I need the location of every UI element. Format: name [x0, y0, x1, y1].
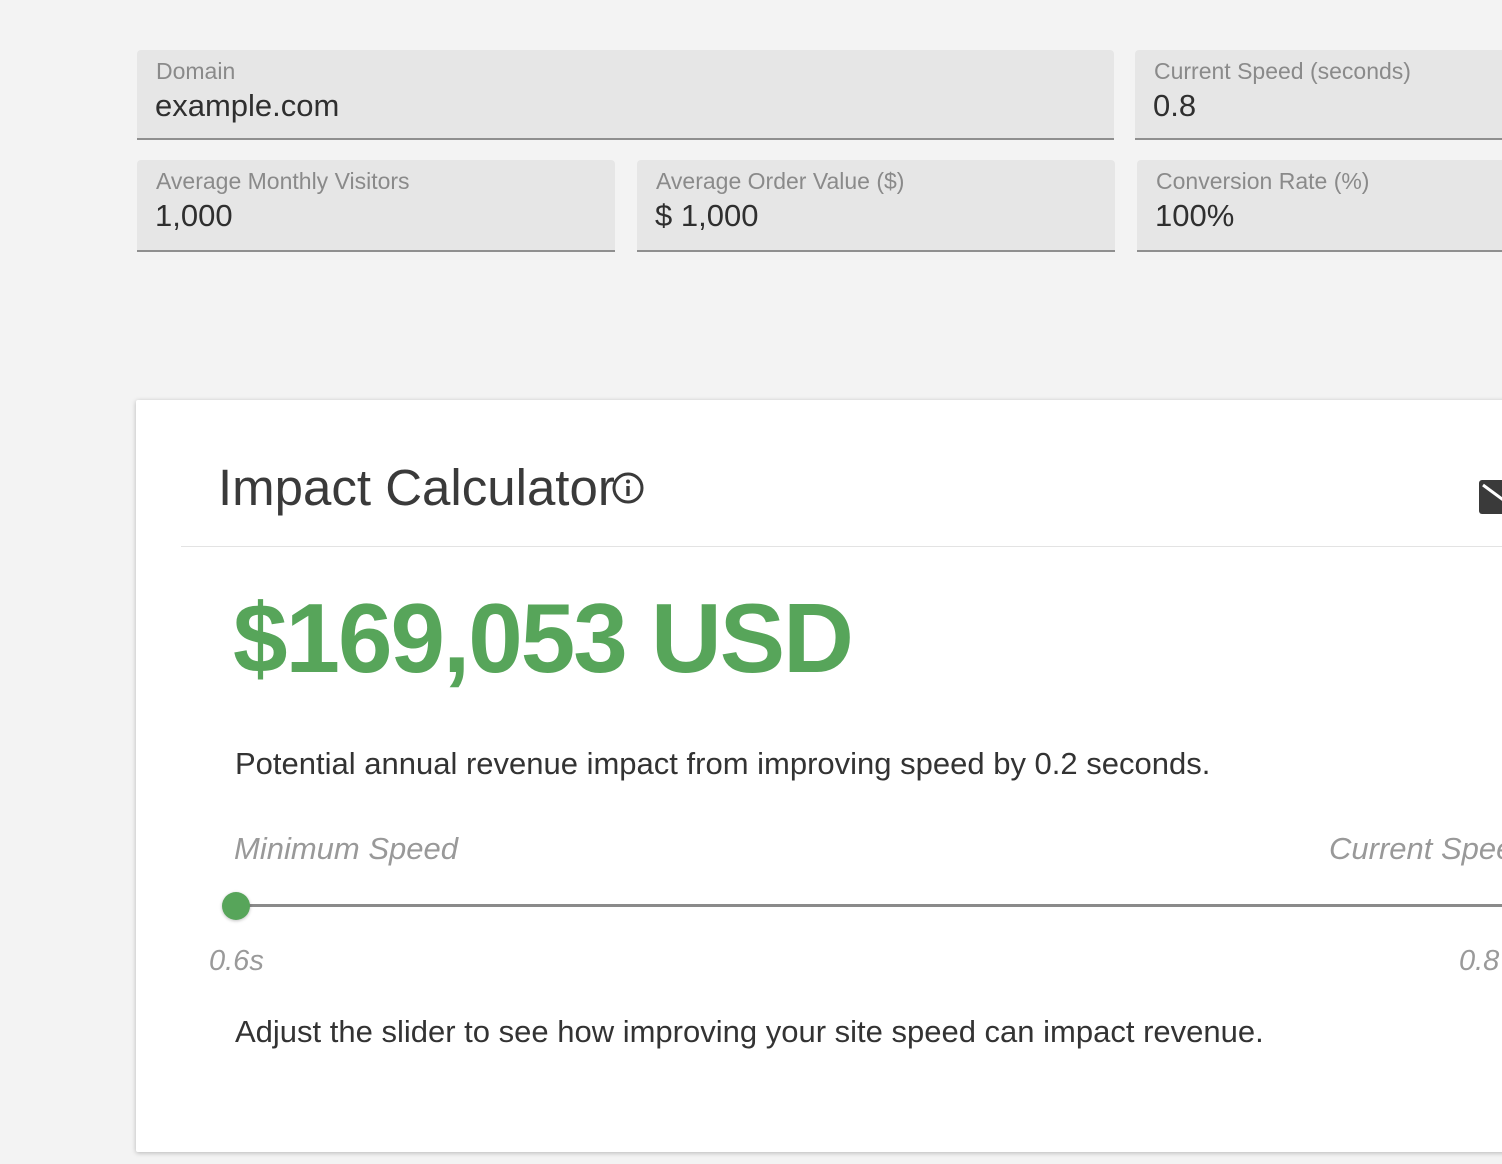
current-speed-field[interactable]: Current Speed (seconds)	[1135, 50, 1502, 140]
speed-slider-thumb[interactable]	[222, 892, 250, 920]
impact-description: Potential annual revenue impact from imp…	[235, 746, 1211, 781]
page: Domain Current Speed (seconds) Average M…	[0, 0, 1502, 1164]
minimum-speed-value: 0.6s	[209, 945, 264, 977]
current-speed-label: Current Speed (seconds)	[1154, 58, 1411, 84]
impact-calculator-card: Impact Calculator $169,053 USD Potential…	[136, 400, 1502, 1152]
current-speed-value: 0.8	[1459, 945, 1500, 977]
conversion-rate-field[interactable]: Conversion Rate (%)	[1137, 160, 1502, 252]
conversion-rate-input[interactable]	[1155, 198, 1502, 234]
card-divider	[181, 546, 1502, 547]
current-speed-slider-label: Current Spee	[1329, 831, 1502, 866]
conversion-rate-label: Conversion Rate (%)	[1156, 168, 1370, 194]
monthly-visitors-field[interactable]: Average Monthly Visitors	[137, 160, 615, 252]
domain-input[interactable]	[155, 88, 1108, 124]
current-speed-input[interactable]	[1153, 88, 1502, 124]
order-value-field[interactable]: Average Order Value ($)	[637, 160, 1115, 252]
minimum-speed-label: Minimum Speed	[234, 831, 458, 866]
speed-slider-track[interactable]	[236, 904, 1502, 907]
envelope-icon[interactable]	[1479, 480, 1502, 514]
revenue-impact-value: $169,053 USD	[233, 583, 854, 693]
monthly-visitors-input[interactable]	[155, 198, 609, 234]
domain-field[interactable]: Domain	[137, 50, 1114, 140]
domain-label: Domain	[156, 58, 236, 84]
slider-helper-text: Adjust the slider to see how improving y…	[235, 1014, 1264, 1049]
monthly-visitors-label: Average Monthly Visitors	[156, 168, 410, 194]
card-title: Impact Calculator	[218, 459, 615, 516]
order-value-label: Average Order Value ($)	[656, 168, 905, 194]
info-circle-icon[interactable]	[611, 471, 645, 505]
order-value-input[interactable]	[655, 198, 1109, 234]
